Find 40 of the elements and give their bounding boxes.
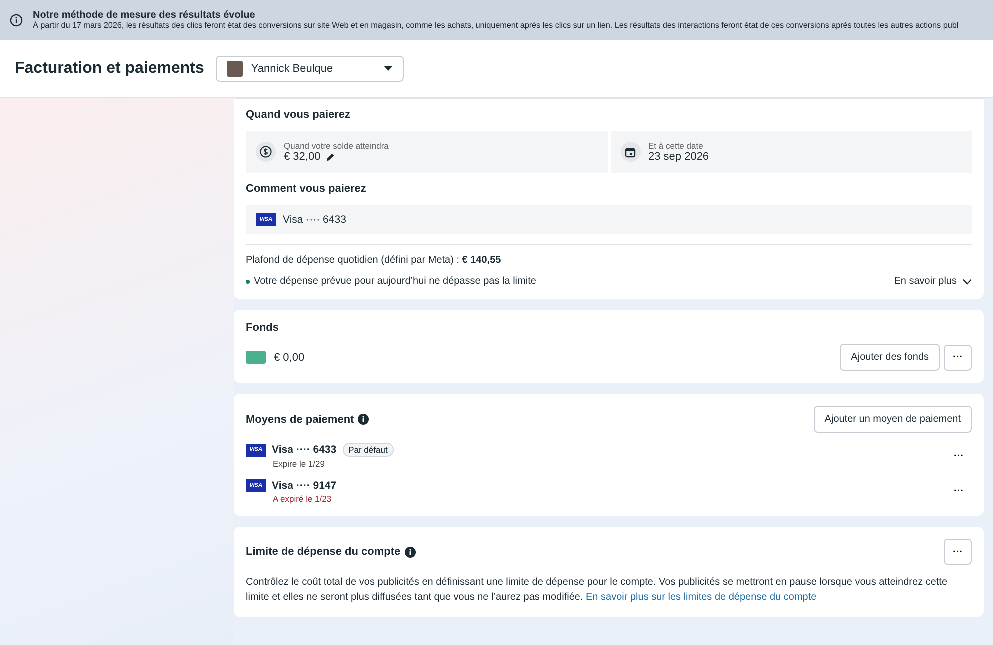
account-dropdown[interactable]: Yannick Beulque (216, 56, 404, 82)
more-button[interactable]: ··· (944, 539, 972, 565)
pencil-icon[interactable] (326, 152, 335, 162)
info-icon (358, 414, 370, 425)
section-title: Comment vous paierez (246, 183, 368, 195)
funds-amount: € 0,00 (274, 352, 305, 364)
learn-more-link[interactable]: En savoir plus sur les limites de dépense du compte (586, 592, 817, 603)
threshold-value: € 32,00 (284, 151, 321, 163)
section-title: Moyens de paiement (246, 414, 354, 426)
status-text: Votre dépense prévue pour aujourd’hui ne dépasse pas la limite (254, 276, 536, 287)
card-label: Visa ···· 6433 (283, 214, 346, 226)
info-icon (404, 546, 416, 558)
more-button[interactable]: ··· (946, 450, 972, 462)
more-button[interactable]: ··· (944, 344, 972, 370)
card-expiry: A expiré le 1/23 (273, 494, 333, 504)
card-label: Visa ···· 9147 (272, 480, 337, 492)
calendar-icon (625, 146, 636, 158)
add-payment-method-button[interactable]: Ajouter un moyen de paiement (814, 406, 972, 433)
caret-icon (384, 66, 394, 71)
section-title: Quand vous paierez (246, 109, 352, 121)
account-limit-description: Contrôlez le coût total de vos publicités en définissant une limite de dépense pour le compte. Vos publicités se mettront en pause lorsque vous atteindrez cette limite et elles ne seront plus diffusées tant que vous ne l’aurez pas modifiée. En savoir plus sur les limites de dépense du compte (246, 576, 949, 605)
page-title: Facturation et paiements (15, 60, 204, 78)
tile-label: Quand votre solde atteindra (284, 141, 389, 151)
dollar-icon (260, 146, 272, 158)
banner-title: Notre méthode de mesure des résultats évolue (33, 10, 256, 21)
add-funds-button[interactable]: Ajouter des fonds (840, 344, 940, 371)
card-label: Visa ···· 6433 (272, 444, 337, 456)
info-icon (10, 14, 23, 26)
learn-more-toggle[interactable]: En savoir plus (894, 276, 972, 287)
date-value: 23 sep 2026 (648, 151, 710, 163)
card-expiry: Expire le 1/29 (273, 459, 326, 469)
section-title: Limite de dépense du compte (246, 546, 401, 558)
section-title: Fonds (246, 322, 280, 334)
more-button[interactable]: ··· (946, 485, 972, 498)
tile-label: Et à cette date (648, 141, 704, 151)
banner-text: À partir du 17 mars 2026, les résultats des clics feront état des conversions sur site Web et en magasin, comme les achats, uniquement après les clics sur un lien. Les résultats des interactions feront état de ces conversions après toutes les autres actions publ (33, 21, 959, 30)
chevron-icon (963, 278, 972, 284)
default-badge: Par défaut (342, 443, 394, 457)
avatar-icon (227, 60, 244, 76)
daily-limit-text: Plafond de dépense quotidien (défini par Meta) : € 140,55 (246, 255, 502, 266)
